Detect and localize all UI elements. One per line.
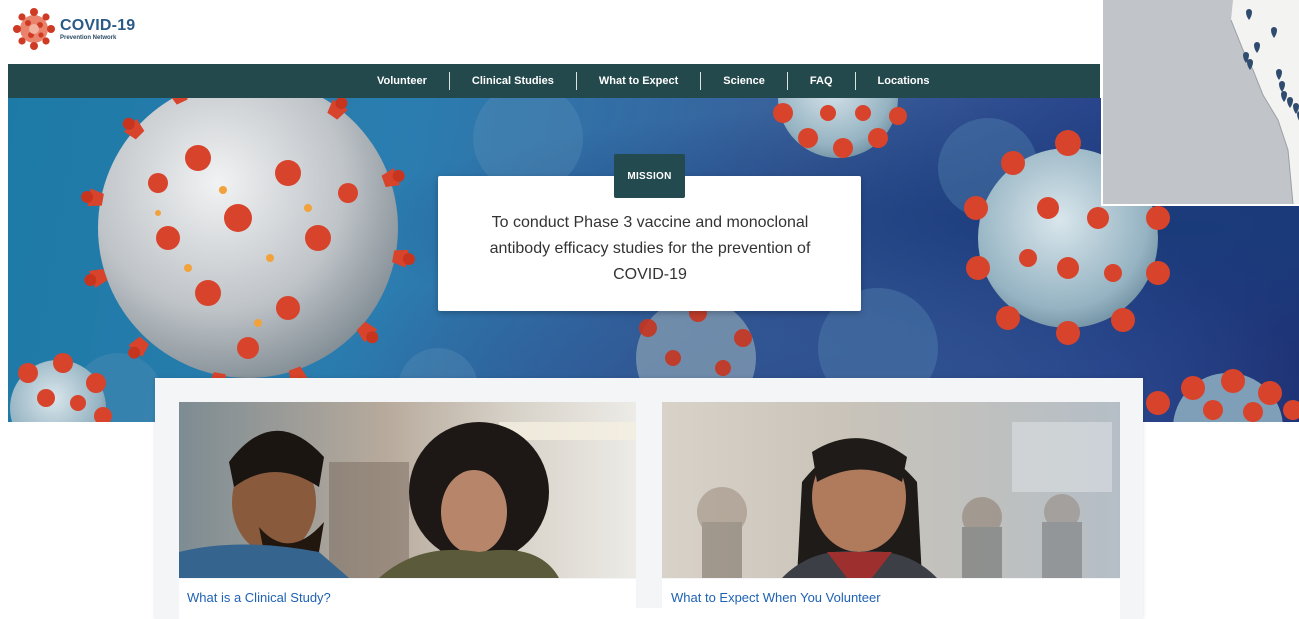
locations-map[interactable]	[1101, 0, 1299, 206]
nav-item-clinical-studies[interactable]: Clinical Studies	[448, 72, 576, 90]
nav-item-volunteer[interactable]: Volunteer	[355, 72, 449, 90]
site-header: COVID-19 Prevention Network	[0, 0, 1100, 64]
clinical-study-photo[interactable]	[179, 402, 636, 578]
nav-item-what-to-expect[interactable]: What to Expect	[575, 72, 700, 90]
bottom-overlay-bar	[370, 608, 1101, 619]
nav-item-science[interactable]: Science	[700, 72, 787, 90]
map-graphic	[1103, 0, 1299, 204]
mission-badge: MISSION	[614, 154, 685, 198]
mission-statement: To conduct Phase 3 vaccine and monoclona…	[489, 214, 811, 283]
volunteer-link[interactable]: What to Expect When You Volunteer	[671, 590, 881, 605]
nav-item-locations[interactable]: Locations	[854, 72, 952, 90]
clinical-study-link[interactable]: What is a Clinical Study?	[187, 590, 331, 605]
logo-subtitle: Prevention Network	[60, 34, 117, 41]
nav-item-faq[interactable]: FAQ	[786, 72, 855, 90]
volunteer-photo[interactable]	[662, 402, 1120, 578]
large-virus-graphic	[79, 98, 417, 397]
main-nav: Volunteer Clinical Studies What to Expec…	[8, 64, 1100, 98]
logo-title: COVID-19	[60, 16, 136, 34]
site-logo-link[interactable]: COVID-19 Prevention Network	[12, 8, 135, 50]
virus-logo-icon	[12, 8, 56, 50]
